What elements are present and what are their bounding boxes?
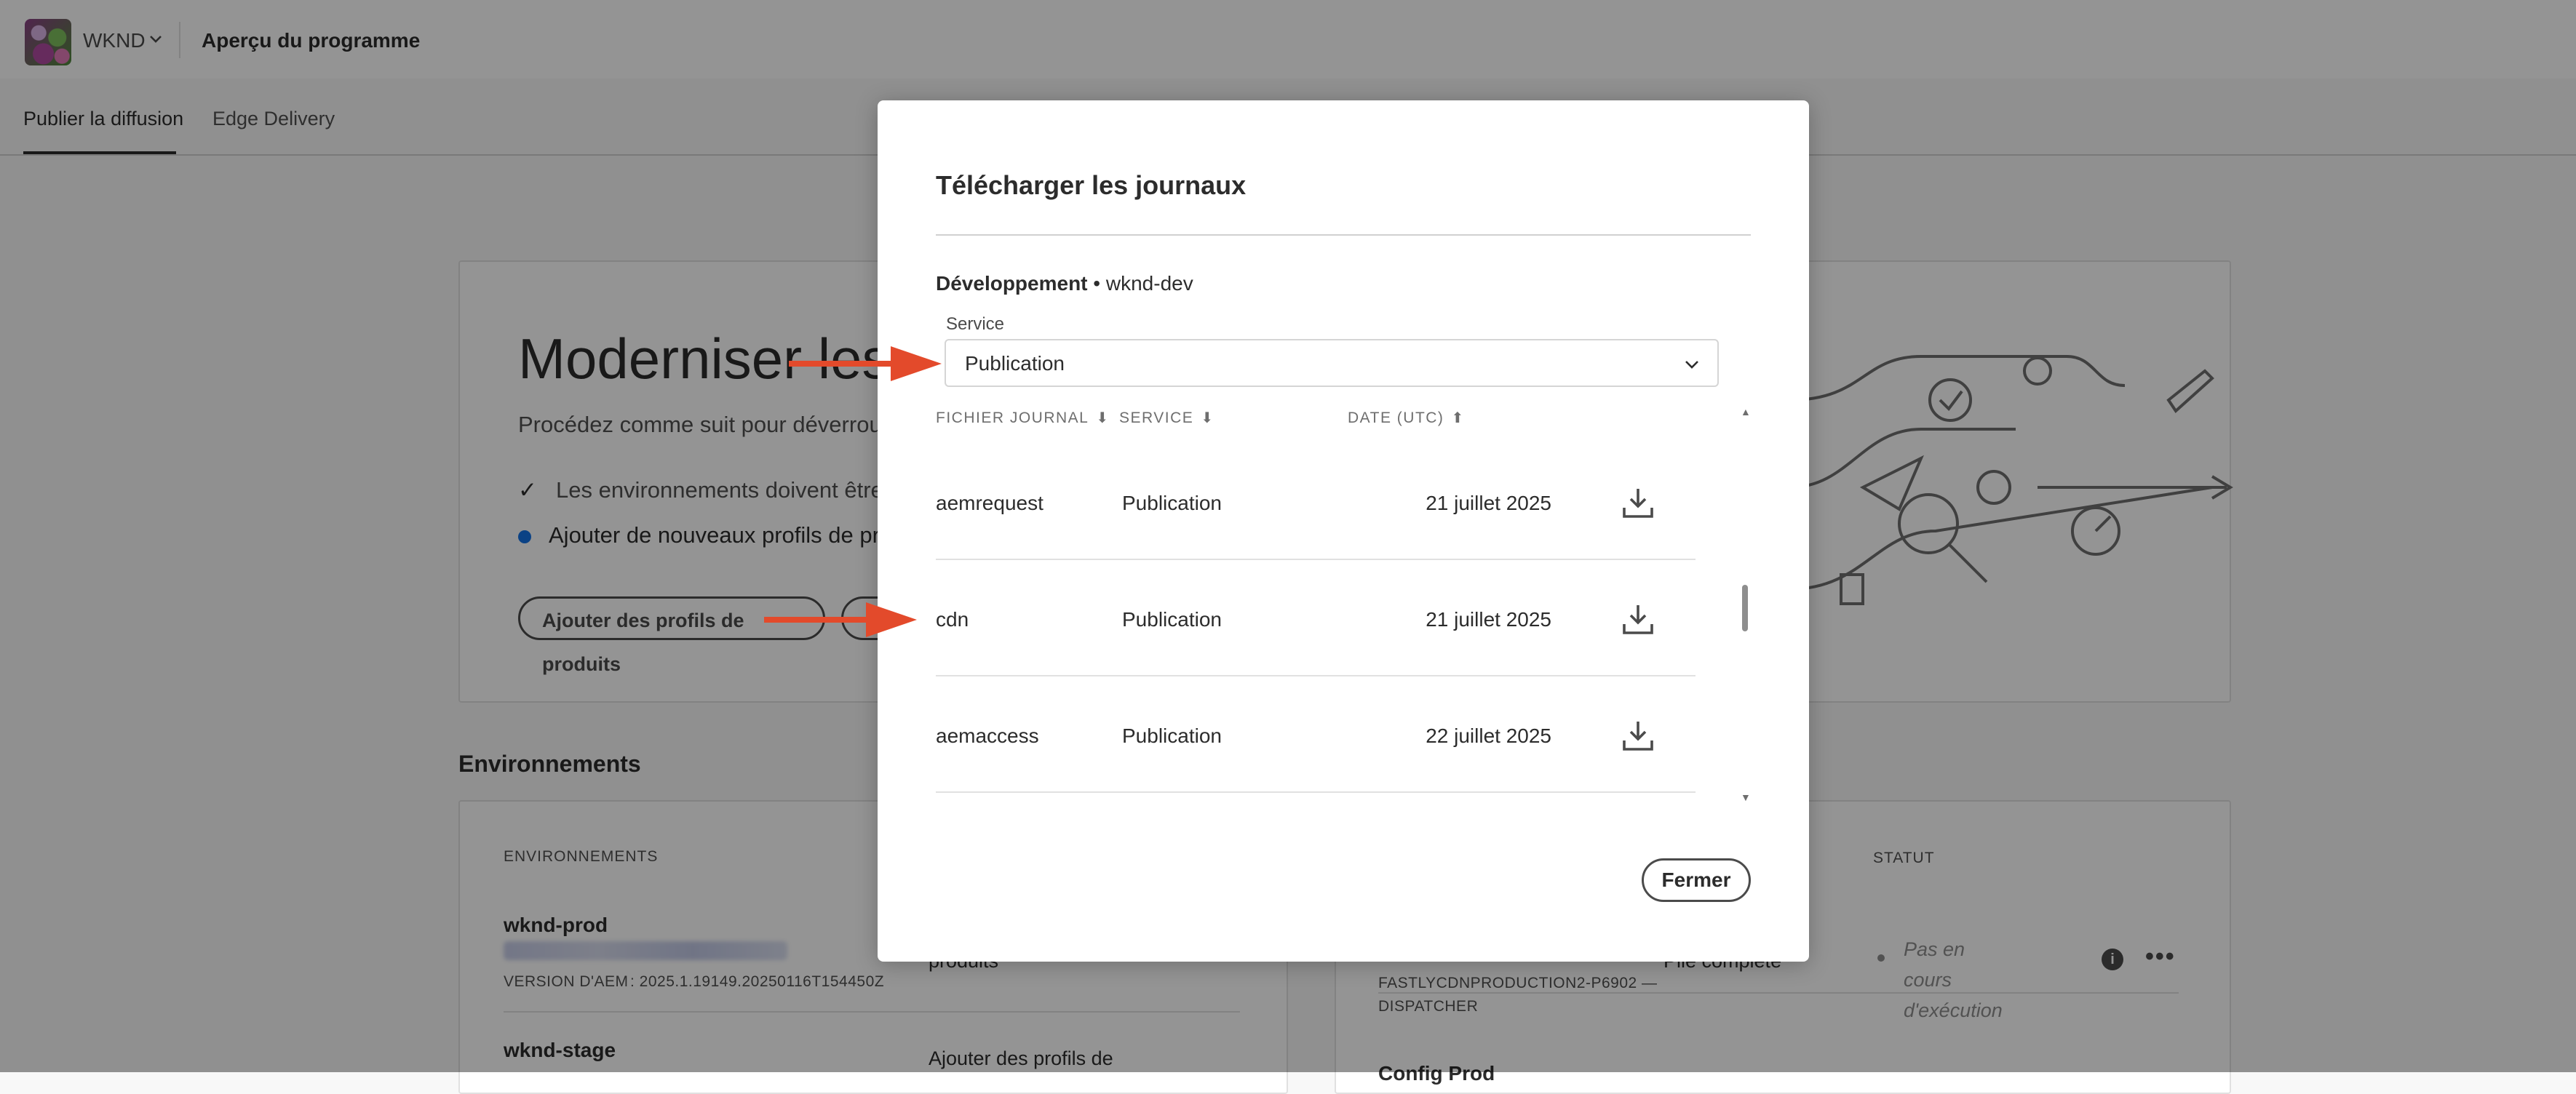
- log-service: Publication: [1122, 608, 1222, 631]
- log-file-name: cdn: [936, 608, 969, 631]
- column-header-log-file[interactable]: FICHIER JOURNAL ⬇: [936, 409, 1110, 427]
- sort-down-icon: ⬇: [1201, 410, 1215, 426]
- column-header-label: SERVICE: [1119, 410, 1194, 426]
- service-label: Service: [946, 314, 1005, 334]
- environment-name: wknd-dev: [1105, 272, 1193, 295]
- close-button[interactable]: Fermer: [1642, 858, 1751, 902]
- service-picker[interactable]: Publication: [945, 339, 1719, 387]
- log-service: Publication: [1122, 724, 1222, 747]
- download-icon[interactable]: [1621, 719, 1655, 752]
- log-service: Publication: [1122, 492, 1222, 514]
- column-header-date[interactable]: DATE (UTC) ⬆: [1348, 409, 1465, 427]
- row-divider: [936, 791, 1696, 793]
- sort-down-icon: ⬇: [1096, 410, 1110, 426]
- log-date: 21 juillet 2025: [1426, 492, 1551, 514]
- chevron-down-icon: [1685, 361, 1698, 369]
- download-icon[interactable]: [1621, 486, 1655, 519]
- scrollbar-thumb[interactable]: [1742, 585, 1748, 631]
- download-logs-dialog: Télécharger les journaux Développement •…: [878, 100, 1809, 962]
- log-file-name: aemrequest: [936, 492, 1043, 514]
- scroll-up-icon[interactable]: ▲: [1741, 406, 1751, 418]
- column-header-label: FICHIER JOURNAL: [936, 410, 1089, 426]
- environment-type: Développement: [936, 272, 1088, 295]
- dialog-title: Télécharger les journaux: [936, 170, 1247, 200]
- scroll-down-icon[interactable]: ▼: [1741, 791, 1751, 803]
- service-picker-value: Publication: [965, 352, 1065, 375]
- column-header-service[interactable]: SERVICE ⬇: [1119, 409, 1215, 427]
- annotation-arrow-icon: [789, 346, 942, 381]
- download-icon[interactable]: [1621, 602, 1655, 636]
- annotation-arrow-icon: [764, 602, 917, 637]
- environment-label: Développement • wknd-dev: [936, 272, 1193, 295]
- sort-up-icon: ⬆: [1451, 410, 1465, 426]
- log-date: 22 juillet 2025: [1426, 724, 1551, 747]
- log-date: 21 juillet 2025: [1426, 608, 1551, 631]
- separator: •: [1087, 272, 1106, 295]
- row-divider: [936, 675, 1696, 676]
- log-file-name: aemaccess: [936, 724, 1039, 747]
- dialog-divider: [936, 234, 1751, 236]
- row-divider: [936, 559, 1696, 560]
- column-header-label: DATE (UTC): [1348, 410, 1444, 426]
